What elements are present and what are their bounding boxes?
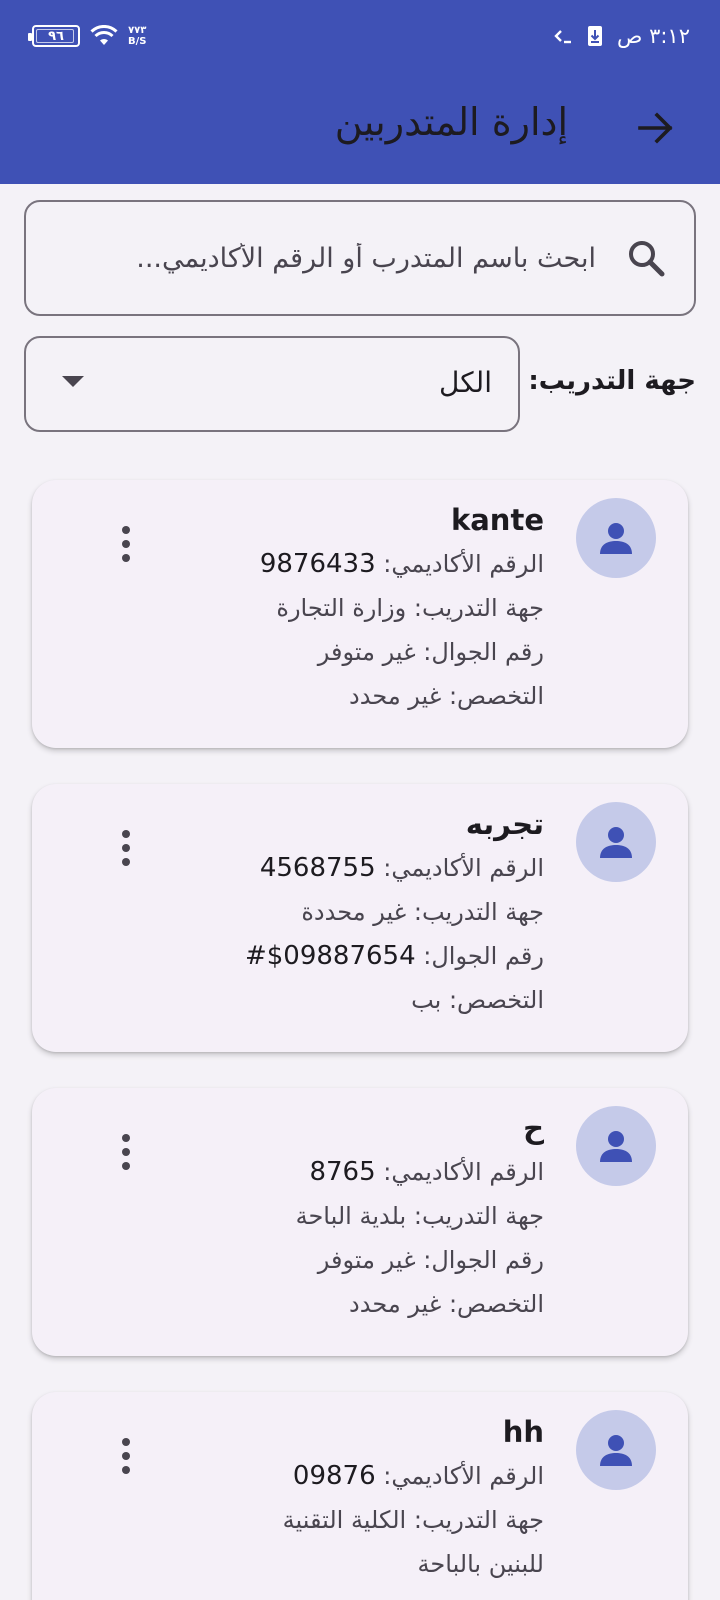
entity-value: الكلية التقنية — [282, 1506, 407, 1534]
arrow-right-icon — [638, 112, 673, 144]
academic-number: 4568755 — [259, 853, 376, 883]
academic-number-row: الرقم الأكاديمي: 9876433 — [84, 542, 544, 586]
entity-value: بلدية الباحة — [295, 1202, 407, 1230]
entity-row-continued: للبنين بالباحة — [417, 1550, 544, 1578]
academic-label: الرقم الأكاديمي: — [375, 550, 544, 578]
avatar — [576, 802, 656, 882]
network-speed-value: ٧٧٣ — [128, 25, 147, 36]
terminal-icon — [554, 30, 571, 44]
trainee-name: hh — [502, 1415, 544, 1449]
entity-row: جهة التدريب: غير محددة — [84, 890, 544, 934]
search-box[interactable] — [24, 200, 696, 316]
trainee-info: ح الرقم الأكاديمي: 8765 جهة التدريب: بلد… — [84, 1106, 544, 1326]
trainee-info: تجربه الرقم الأكاديمي: 4568755 جهة التدر… — [84, 802, 544, 1022]
academic-number: 09876 — [292, 1461, 376, 1491]
trainee-card[interactable]: kante الرقم الأكاديمي: 9876433 جهة التدر… — [32, 480, 688, 748]
academic-label: الرقم الأكاديمي: — [375, 854, 544, 882]
phone-row: رقم الجوال: غير متوفر — [84, 1238, 544, 1282]
entity-row: جهة التدريب: الكلية التقنية — [84, 1498, 544, 1542]
phone-label: رقم الجوال: — [415, 942, 544, 970]
avatar — [576, 498, 656, 578]
search-icon — [624, 236, 668, 280]
trainee-name: تجربه — [465, 807, 544, 841]
battery-level: ٩٦ — [48, 28, 64, 44]
phone-label: رقم الجوال: — [415, 638, 544, 666]
entity-label: جهة التدريب: — [406, 594, 544, 622]
phone-value: غير متوفر — [317, 1246, 416, 1274]
specialty-label: التخصص: — [441, 682, 544, 710]
network-speed-unit: B/S — [128, 36, 147, 47]
filter-label: جهة التدريب: — [528, 366, 696, 396]
person-icon — [600, 1131, 632, 1162]
search-input[interactable] — [76, 242, 596, 274]
academic-label: الرقم الأكاديمي: — [375, 1158, 544, 1186]
phone-label: رقم الجوال: — [415, 1246, 544, 1274]
entity-label: جهة التدريب: — [406, 1506, 544, 1534]
specialty-row: التخصص: غير محدد — [84, 1282, 544, 1326]
download-icon — [588, 26, 602, 46]
phone-row: رقم الجوال: 09887654$# — [84, 934, 544, 978]
phone-row: رقم الجوال: غير متوفر — [84, 630, 544, 674]
entity-row: جهة التدريب: وزارة التجارة — [84, 586, 544, 630]
status-left: ٩٦ ٧٧٣ B/S — [28, 20, 146, 52]
specialty-value: غير محدد — [349, 1290, 442, 1318]
avatar — [576, 1106, 656, 1186]
trainee-card[interactable]: hh الرقم الأكاديمي: 09876 جهة التدريب: ا… — [32, 1392, 688, 1600]
trainee-name: ح — [523, 1111, 544, 1145]
network-speed: ٧٧٣ B/S — [128, 25, 146, 47]
specialty-label: التخصص: — [441, 986, 544, 1014]
person-icon — [600, 523, 632, 554]
person-icon — [600, 1435, 632, 1466]
person-icon — [600, 827, 632, 858]
page-title: إدارة المتدربين — [334, 100, 568, 144]
specialty-value: بب — [411, 986, 442, 1014]
specialty-value: غير محدد — [349, 682, 442, 710]
app-header: ٩٦ ٧٧٣ B/S ٣:١٢ ص إدارة المتدربين — [0, 0, 720, 184]
academic-number: 8765 — [309, 1157, 376, 1187]
dropdown-value: الكل — [439, 366, 492, 399]
phone-value: 09887654$# — [244, 941, 416, 971]
status-right: ٣:١٢ ص — [553, 22, 690, 50]
wifi-icon — [90, 25, 118, 45]
academic-number-row: الرقم الأكاديمي: 8765 — [84, 1150, 544, 1194]
more-options-icon[interactable] — [106, 828, 146, 868]
training-entity-dropdown[interactable]: الكل — [24, 336, 520, 432]
trainee-name: kante — [450, 503, 544, 537]
entity-row: جهة التدريب: بلدية الباحة — [84, 1194, 544, 1238]
dropdown-arrow-icon — [62, 376, 84, 387]
more-options-icon[interactable] — [106, 1436, 146, 1476]
entity-value: وزارة التجارة — [276, 594, 407, 622]
more-options-icon[interactable] — [106, 524, 146, 564]
entity-label: جهة التدريب: — [406, 1202, 544, 1230]
battery-icon: ٩٦ — [28, 25, 80, 47]
trainee-card[interactable]: ح الرقم الأكاديمي: 8765 جهة التدريب: بلد… — [32, 1088, 688, 1356]
avatar — [576, 1410, 656, 1490]
status-bar: ٩٦ ٧٧٣ B/S ٣:١٢ ص — [0, 0, 720, 72]
more-options-icon[interactable] — [106, 1132, 146, 1172]
trainee-card[interactable]: تجربه الرقم الأكاديمي: 4568755 جهة التدر… — [32, 784, 688, 1052]
specialty-row: التخصص: بب — [84, 978, 544, 1022]
academic-label: الرقم الأكاديمي: — [375, 1462, 544, 1490]
specialty-row: التخصص: غير محدد — [84, 674, 544, 718]
trainee-info: kante الرقم الأكاديمي: 9876433 جهة التدر… — [84, 498, 544, 718]
academic-number-row: الرقم الأكاديمي: 09876 — [84, 1454, 544, 1498]
academic-number-row: الرقم الأكاديمي: 4568755 — [84, 846, 544, 890]
back-button[interactable] — [632, 104, 680, 152]
entity-label: جهة التدريب: — [406, 898, 544, 926]
entity-value: غير محددة — [301, 898, 407, 926]
phone-value: غير متوفر — [317, 638, 416, 666]
trainee-info: hh الرقم الأكاديمي: 09876 جهة التدريب: ا… — [84, 1410, 544, 1586]
academic-number: 9876433 — [259, 549, 376, 579]
specialty-label: التخصص: — [441, 1290, 544, 1318]
clock: ٣:١٢ ص — [617, 24, 690, 48]
